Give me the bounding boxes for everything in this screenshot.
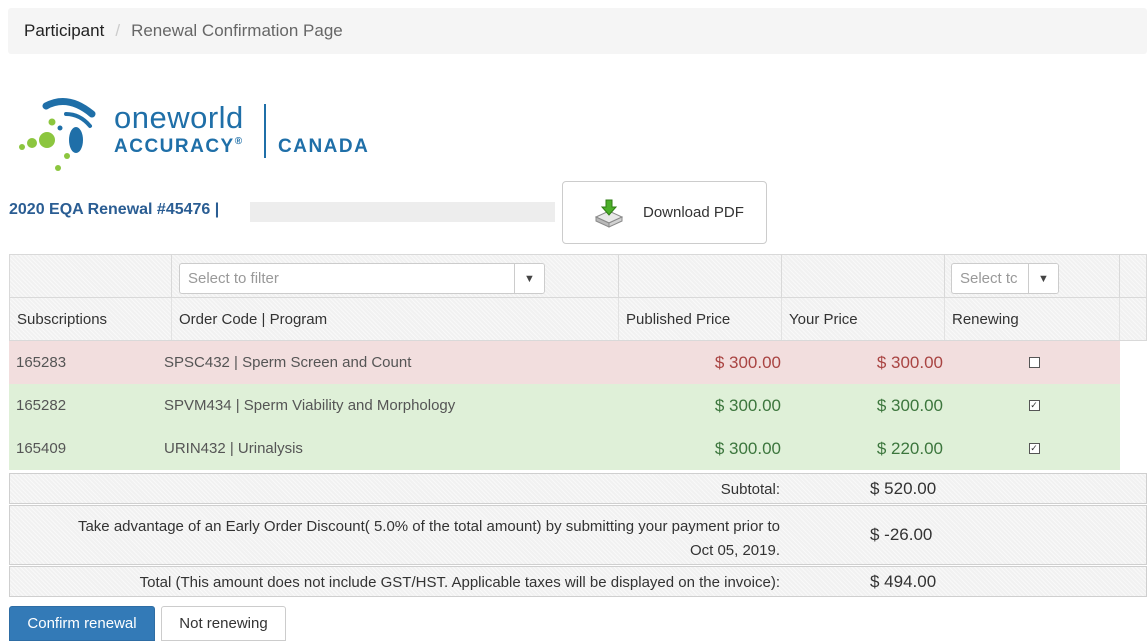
subscription-id: 165282 bbox=[16, 397, 67, 414]
subtotal-label: Subtotal: bbox=[720, 481, 780, 498]
discount-value: $ -26.00 bbox=[870, 525, 933, 544]
logo-accuracy-text: ACCURACY® bbox=[114, 136, 244, 158]
program-filter-placeholder: Select to filter bbox=[188, 270, 279, 287]
renewing-cell bbox=[1024, 341, 1044, 384]
logo-canada-text: CANADA bbox=[278, 136, 370, 157]
discount-label-text: Take advantage of an Early Order Discoun… bbox=[77, 518, 780, 535]
program-name: URIN432 | Urinalysis bbox=[164, 440, 303, 457]
chevron-down-icon: ▼ bbox=[1028, 264, 1058, 293]
logo-accuracy-word: ACCURACY bbox=[114, 136, 235, 157]
subscription-id: 165283 bbox=[16, 354, 67, 371]
logo-dots-icon bbox=[19, 98, 96, 171]
breadcrumb-current: Renewal Confirmation Page bbox=[131, 21, 343, 40]
renewing-filter-placeholder: Select tc bbox=[960, 270, 1018, 287]
table-row: 165282 SPVM434 | Sperm Viability and Mor… bbox=[9, 384, 1120, 427]
participant-name-redacted bbox=[250, 202, 555, 222]
renewing-filter-select[interactable]: Select tc ▼ bbox=[951, 263, 1059, 294]
confirm-renewal-button[interactable]: Confirm renewal bbox=[9, 606, 155, 641]
filter-cell-renewing: Select tc ▼ bbox=[945, 255, 1120, 297]
your-price: $ 300.00 bbox=[876, 352, 943, 372]
renewing-checkbox[interactable]: ✓ bbox=[1028, 400, 1040, 411]
your-price: $ 220.00 bbox=[876, 438, 943, 458]
published-price: $ 300.00 bbox=[714, 438, 781, 458]
table-row: 165283 SPSC432 | Sperm Screen and Count … bbox=[9, 341, 1120, 384]
download-pdf-icon bbox=[594, 199, 624, 228]
total-value: $ 494.00 bbox=[870, 572, 937, 591]
column-header-your-price[interactable]: Your Price bbox=[782, 298, 945, 340]
subtotal-row: Subtotal: $ 520.00 bbox=[9, 473, 1147, 504]
your-price: $ 300.00 bbox=[876, 395, 943, 415]
not-renewing-button[interactable]: Not renewing bbox=[161, 606, 286, 641]
download-pdf-label: Download PDF bbox=[643, 204, 744, 221]
table-header-row: Subscriptions Order Code | Program Publi… bbox=[9, 298, 1147, 341]
filter-row: Select to filter ▼ Select tc ▼ bbox=[9, 254, 1147, 298]
renewal-grid: Select to filter ▼ Select tc ▼ Subscript… bbox=[9, 254, 1147, 597]
logo-registered-mark: ® bbox=[234, 136, 244, 147]
total-row: Total (This amount does not include GST/… bbox=[9, 566, 1147, 597]
logo-divider bbox=[264, 104, 266, 158]
filter-cell-subscriptions bbox=[10, 255, 172, 297]
download-pdf-button[interactable]: Download PDF bbox=[562, 181, 767, 244]
renewing-cell: ✓ bbox=[1024, 384, 1044, 427]
renewing-checkbox[interactable] bbox=[1028, 357, 1040, 368]
breadcrumb: Participant / Renewal Confirmation Page bbox=[8, 8, 1147, 54]
renewing-cell: ✓ bbox=[1024, 427, 1044, 470]
discount-deadline: Oct 05, 2019. bbox=[689, 542, 780, 559]
column-header-subscriptions[interactable]: Subscriptions bbox=[10, 298, 172, 340]
logo-oneworld-text: oneworld bbox=[114, 100, 244, 135]
program-name: SPVM434 | Sperm Viability and Morphology bbox=[164, 397, 456, 414]
discount-row: Take advantage of an Early Order Discoun… bbox=[9, 505, 1147, 565]
subscription-id: 165409 bbox=[16, 440, 67, 457]
total-label: Total (This amount does not include GST/… bbox=[139, 574, 780, 591]
column-header-program[interactable]: Order Code | Program bbox=[172, 298, 619, 340]
table-row: 165409 URIN432 | Urinalysis $ 300.00 $ 2… bbox=[9, 427, 1120, 470]
column-header-published-price[interactable]: Published Price bbox=[619, 298, 782, 340]
subtotal-value: $ 520.00 bbox=[870, 479, 937, 498]
renewal-title: 2020 EQA Renewal #45476 | bbox=[9, 201, 220, 218]
filter-cell-program: Select to filter ▼ bbox=[172, 255, 619, 297]
chevron-down-icon: ▼ bbox=[514, 264, 544, 293]
program-name: SPSC432 | Sperm Screen and Count bbox=[164, 354, 412, 371]
published-price: $ 300.00 bbox=[714, 352, 781, 372]
oneworld-accuracy-logo: oneworld ACCURACY® CANADA bbox=[18, 92, 388, 172]
program-filter-select[interactable]: Select to filter ▼ bbox=[179, 263, 545, 294]
column-header-renewing[interactable]: Renewing bbox=[945, 298, 1120, 340]
published-price: $ 300.00 bbox=[714, 395, 781, 415]
filter-cell-published bbox=[619, 255, 782, 297]
renewing-checkbox[interactable]: ✓ bbox=[1028, 443, 1040, 454]
filter-cell-your-price bbox=[782, 255, 945, 297]
discount-label: Take advantage of an Early Order Discoun… bbox=[78, 515, 780, 563]
breadcrumb-participant-link[interactable]: Participant bbox=[24, 21, 104, 41]
breadcrumb-separator: / bbox=[115, 21, 121, 40]
